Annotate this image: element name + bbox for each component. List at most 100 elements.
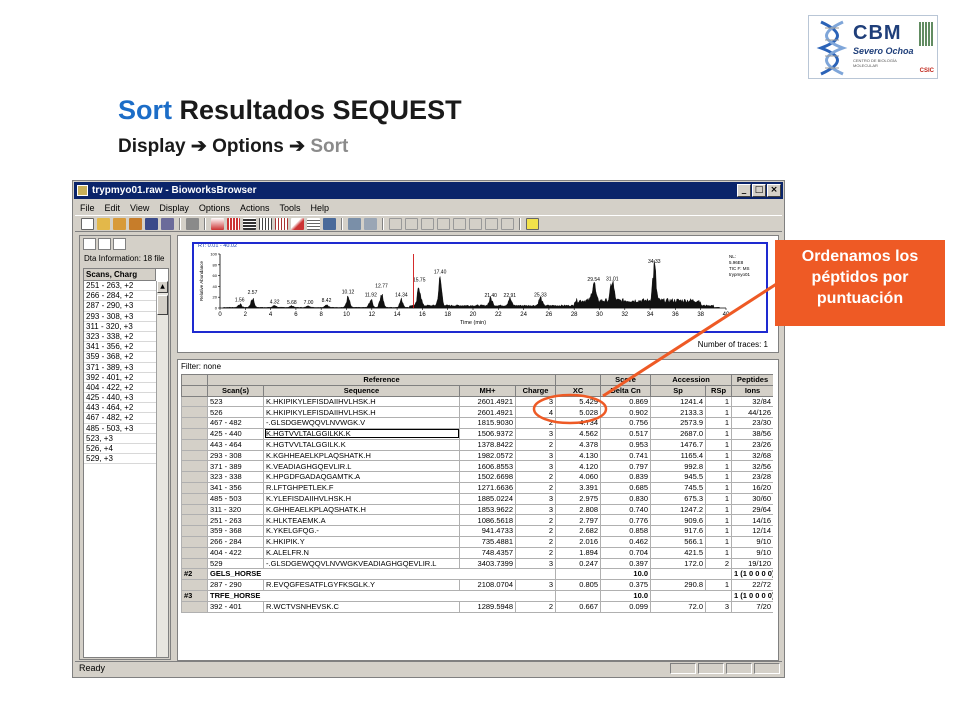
paste-icon[interactable] — [364, 217, 377, 230]
col-header-xc[interactable]: XC — [555, 384, 602, 397]
table-row[interactable]: 371 - 389 K.VEADIAGHGQEVLIR.L 1606.8553 3 4.… — [181, 460, 773, 473]
row-index[interactable] — [181, 471, 208, 483]
list-item[interactable]: 425 - 440, +3 — [84, 393, 156, 404]
row-index[interactable] — [181, 427, 208, 440]
open-folder-icon[interactable] — [97, 217, 110, 230]
row-index[interactable] — [181, 525, 208, 537]
spectrum-icon[interactable] — [227, 217, 240, 230]
table-row[interactable]: 404 - 422 K.ALELFR.N 748.4357 2 1.894 0.704 42… — [181, 546, 773, 559]
chromatogram-icon[interactable] — [211, 217, 224, 230]
menu-options[interactable]: Options — [194, 203, 235, 213]
list-item[interactable]: 529, +3 — [84, 454, 156, 465]
list-item[interactable]: 293 - 308, +3 — [84, 312, 156, 322]
arrow-up-icon[interactable] — [389, 217, 402, 230]
table-row[interactable]: 266 - 284 K.HKIPIK.Y 735.4881 2 2.016 0.462 56… — [181, 535, 773, 548]
list-item[interactable]: 371 - 389, +3 — [84, 363, 156, 373]
table-row[interactable]: 526 K.HKIPIKYLEFISDAIIHVLHSK.H 2601.4921 4 5… — [181, 406, 773, 419]
table-row[interactable]: 425 - 440 K.HGTVVLTALGGILKK.K 1506.9372 3 4.… — [181, 427, 773, 440]
col-header-mh[interactable]: MH+ — [459, 384, 516, 397]
tab-chart-icon[interactable] — [113, 238, 126, 250]
help-icon[interactable] — [526, 217, 539, 230]
table-row[interactable]: 485 - 503 K.YLEFISDAIIHVLHSK.H 1885.0224 3 2… — [181, 492, 773, 505]
menu-display[interactable]: Display — [154, 203, 194, 213]
tab-file-icon[interactable] — [83, 238, 96, 250]
tab-ms-icon[interactable] — [98, 238, 111, 250]
col-header-charge[interactable]: Charge — [514, 384, 557, 397]
col-header-sequence[interactable]: Sequence — [263, 384, 460, 397]
maximize-button[interactable]: □ — [752, 184, 766, 197]
row-index[interactable]: #3 — [181, 589, 208, 602]
group-header-reference[interactable]: Reference — [206, 374, 557, 386]
shrink-horizontal-icon[interactable] — [485, 217, 498, 230]
row-index[interactable] — [181, 395, 208, 408]
list-item[interactable]: 287 - 290, +3 — [84, 301, 156, 312]
list-item[interactable]: 404 - 422, +2 — [84, 383, 156, 394]
list-item[interactable]: 485 - 503, +3 — [84, 424, 156, 434]
menu-help[interactable]: Help — [305, 203, 334, 213]
table-row[interactable]: 251 - 263 K.HLKTEAEMK.A 1086.5618 2 2.797 0.7… — [181, 514, 773, 527]
menu-file[interactable]: File — [75, 203, 100, 213]
col-header-sp[interactable]: Sp — [650, 384, 707, 397]
peaks-icon[interactable] — [275, 217, 288, 230]
col-header-delta-cn[interactable]: Delta Cn — [600, 384, 652, 397]
scroll-thumb[interactable] — [157, 295, 168, 315]
new-file-icon[interactable] — [81, 217, 94, 230]
arrow-down-icon[interactable] — [405, 217, 418, 230]
table-row[interactable]: 311 - 320 K.GHHEAELKPLAQSHATK.H 1853.9622 3… — [181, 503, 773, 516]
col-header-scans[interactable]: Scan(s) — [207, 384, 264, 397]
row-index[interactable] — [181, 514, 208, 527]
list-icon[interactable] — [243, 217, 256, 230]
table-row[interactable]: 323 - 338 K.HPGDFGADAQGAMTK.A 1502.6698 2 4.… — [181, 471, 773, 483]
menu-tools[interactable]: Tools — [274, 203, 305, 213]
row-index[interactable] — [181, 449, 208, 462]
row-index[interactable]: #2 — [181, 568, 208, 581]
folder-icon[interactable] — [129, 217, 142, 230]
histogram-icon[interactable] — [259, 217, 272, 230]
list-item[interactable]: 443 - 464, +2 — [84, 403, 156, 414]
row-index[interactable] — [181, 557, 208, 570]
table-row[interactable]: 443 - 464 K.HGTVVLTALGGILK.K 1378.8422 2 4.3… — [181, 438, 773, 451]
chromatogram-frame[interactable]: 0 2 4 6 8 10 12 14 16 18 20 22 24 26 28 30 32 34 36 38 40 0 20… — [192, 242, 768, 333]
grid-icon[interactable] — [323, 217, 336, 230]
window-titlebar[interactable]: trypmyo01.raw - BioworksBrowser _ □ × — [74, 182, 783, 199]
scan-list-scrollbar[interactable]: ▲ — [156, 281, 168, 657]
row-index[interactable] — [181, 492, 208, 505]
print-icon[interactable] — [186, 217, 199, 230]
table-row[interactable]: 467 - 482 -.GLSDGEWQQVLNVWGK.V 1815.9030 2 4… — [181, 417, 773, 429]
save-all-icon[interactable] — [161, 217, 174, 230]
scroll-up-icon[interactable]: ▲ — [157, 281, 168, 293]
group-header-score[interactable]: Score — [600, 374, 652, 386]
table-row[interactable]: 287 - 290 R.EVQGFESATFLGYFKSGLK.Y 2108.070… — [181, 579, 773, 591]
row-index[interactable] — [181, 600, 208, 613]
row-index[interactable] — [181, 546, 208, 559]
table-row[interactable]: 392 - 401 R.WCTVSNHEVSK.C 1289.5948 2 0.667 0… — [181, 600, 773, 613]
list-item[interactable]: 392 - 401, +2 — [84, 373, 156, 383]
list-item[interactable]: 526, +4 — [84, 444, 156, 455]
table-row[interactable]: 359 - 368 K.YKELGFQG.- 941.4733 2 2.682 0.858… — [181, 525, 773, 537]
table-row[interactable]: 523 K.HKIPIKYLEFISDAIIHVLHSK.H 2601.4921 3 5… — [181, 395, 773, 408]
list-item[interactable]: 523, +3 — [84, 434, 156, 444]
arrow-horizontal-icon[interactable] — [453, 217, 466, 230]
save-icon[interactable] — [145, 217, 158, 230]
col-header-rsp[interactable]: RSp — [705, 384, 733, 397]
list-item[interactable]: 341 - 356, +2 — [84, 342, 156, 353]
open-multiple-icon[interactable] — [113, 217, 126, 230]
col-header-ions[interactable]: Ions — [731, 384, 773, 397]
list-item[interactable]: 266 - 284, +2 — [84, 291, 156, 302]
row-index[interactable] — [181, 460, 208, 473]
row-index[interactable] — [181, 535, 208, 548]
list-item[interactable]: 311 - 320, +3 — [84, 322, 156, 332]
scan-list-header[interactable]: Scans, Charg — [84, 269, 156, 281]
minimize-button[interactable]: _ — [737, 184, 751, 197]
group-header-accession[interactable]: Accession — [650, 374, 733, 386]
protein-group-row[interactable]: #3 TRFE_HORSE 10.0 1 (1 0 0 0 0) — [181, 589, 773, 602]
list-item[interactable]: 323 - 338, +2 — [84, 332, 156, 343]
expand-horizontal-icon[interactable] — [469, 217, 482, 230]
list-item[interactable]: 467 - 482, +2 — [84, 413, 156, 424]
protein-group-row[interactable]: #2 GELS_HORSE 10.0 1 (1 0 0 0 0) — [181, 568, 773, 581]
menu-actions[interactable]: Actions — [235, 203, 275, 213]
copy-icon[interactable] — [348, 217, 361, 230]
table-row[interactable]: 293 - 308 K.KGHHEAELKPLAQSHATK.H 1982.0572… — [181, 449, 773, 462]
row-index[interactable] — [181, 481, 208, 494]
expand-vertical-icon[interactable] — [437, 217, 450, 230]
